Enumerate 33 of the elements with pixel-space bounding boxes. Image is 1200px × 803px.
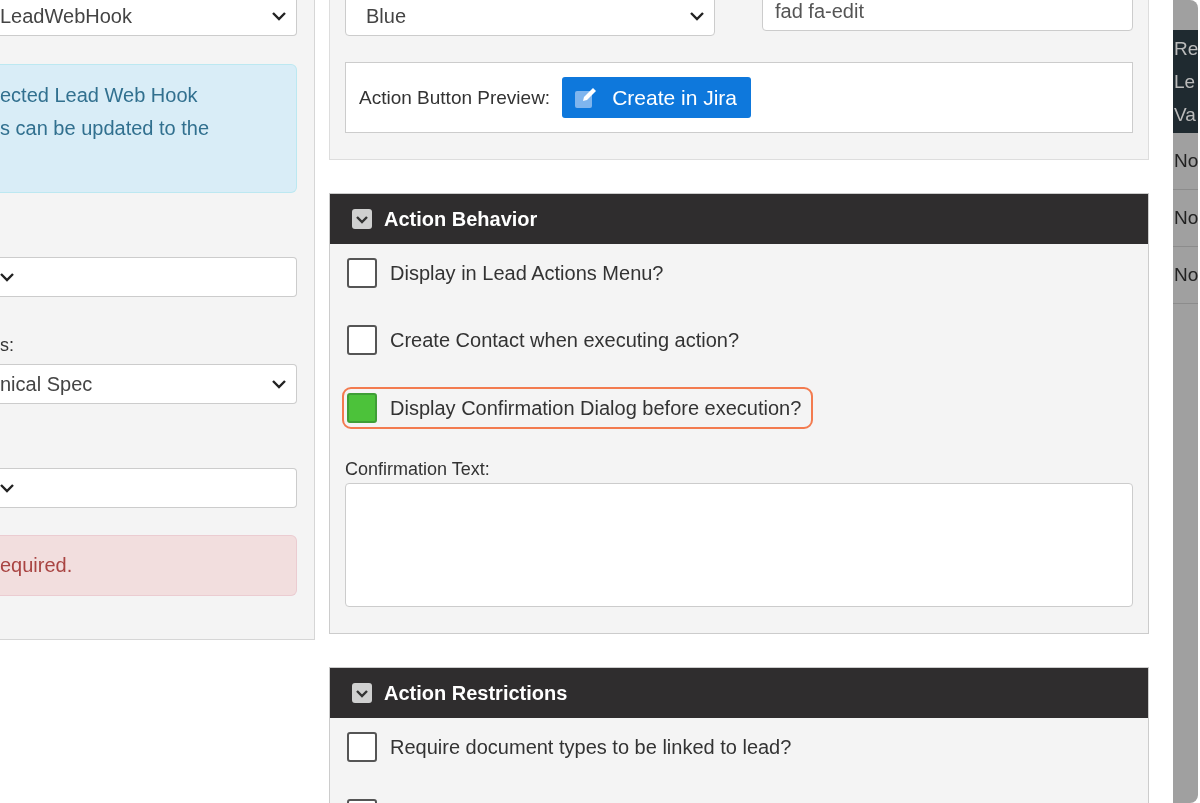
section-title: Action Restrictions — [384, 681, 568, 705]
icon-field[interactable]: fad fa-edit — [762, 0, 1133, 31]
dropdown[interactable]: nical Spec — [0, 364, 297, 404]
chevron-down-icon — [0, 272, 14, 282]
create-button[interactable]: Create in Jira — [562, 77, 752, 118]
chevron-down-icon — [690, 11, 704, 21]
table-cell: No — [1173, 133, 1198, 190]
info-alert: ected Lead Web Hook s can be updated to the — [0, 64, 297, 193]
checkbox[interactable] — [347, 393, 377, 423]
field-label: Confirmation Text: — [345, 459, 490, 480]
error-alert: equired. — [0, 535, 297, 596]
preview-label: Action Button Preview: — [359, 86, 551, 109]
checkbox[interactable] — [347, 258, 377, 288]
section-title: Action Behavior — [384, 207, 538, 231]
table-cell: No — [1173, 190, 1198, 247]
collapse-icon[interactable] — [352, 683, 372, 703]
table-header: Re Le Va — [1173, 30, 1198, 133]
collapse-icon[interactable] — [352, 209, 372, 229]
checkbox-label: Display in Lead Actions Menu? — [390, 261, 664, 285]
table-cell: No — [1173, 247, 1198, 304]
checkbox[interactable] — [347, 325, 377, 355]
edit-icon — [574, 86, 599, 109]
color-dropdown[interactable]: Blue — [345, 0, 715, 36]
confirmation-text-field[interactable] — [345, 483, 1133, 607]
chevron-down-icon — [272, 11, 286, 21]
chevron-down-icon — [0, 483, 14, 493]
checkbox-label: Create Contact when executing action? — [390, 328, 740, 352]
checkbox[interactable] — [347, 732, 377, 762]
field-label: s: — [0, 335, 14, 356]
chevron-down-icon — [272, 379, 286, 389]
dropdown[interactable]: LeadWebHook — [0, 0, 297, 36]
checkbox-label: Require document types to be linked to lead? — [390, 735, 792, 759]
checkbox-label: Display Confirmation Dialog before execution? — [390, 396, 802, 420]
